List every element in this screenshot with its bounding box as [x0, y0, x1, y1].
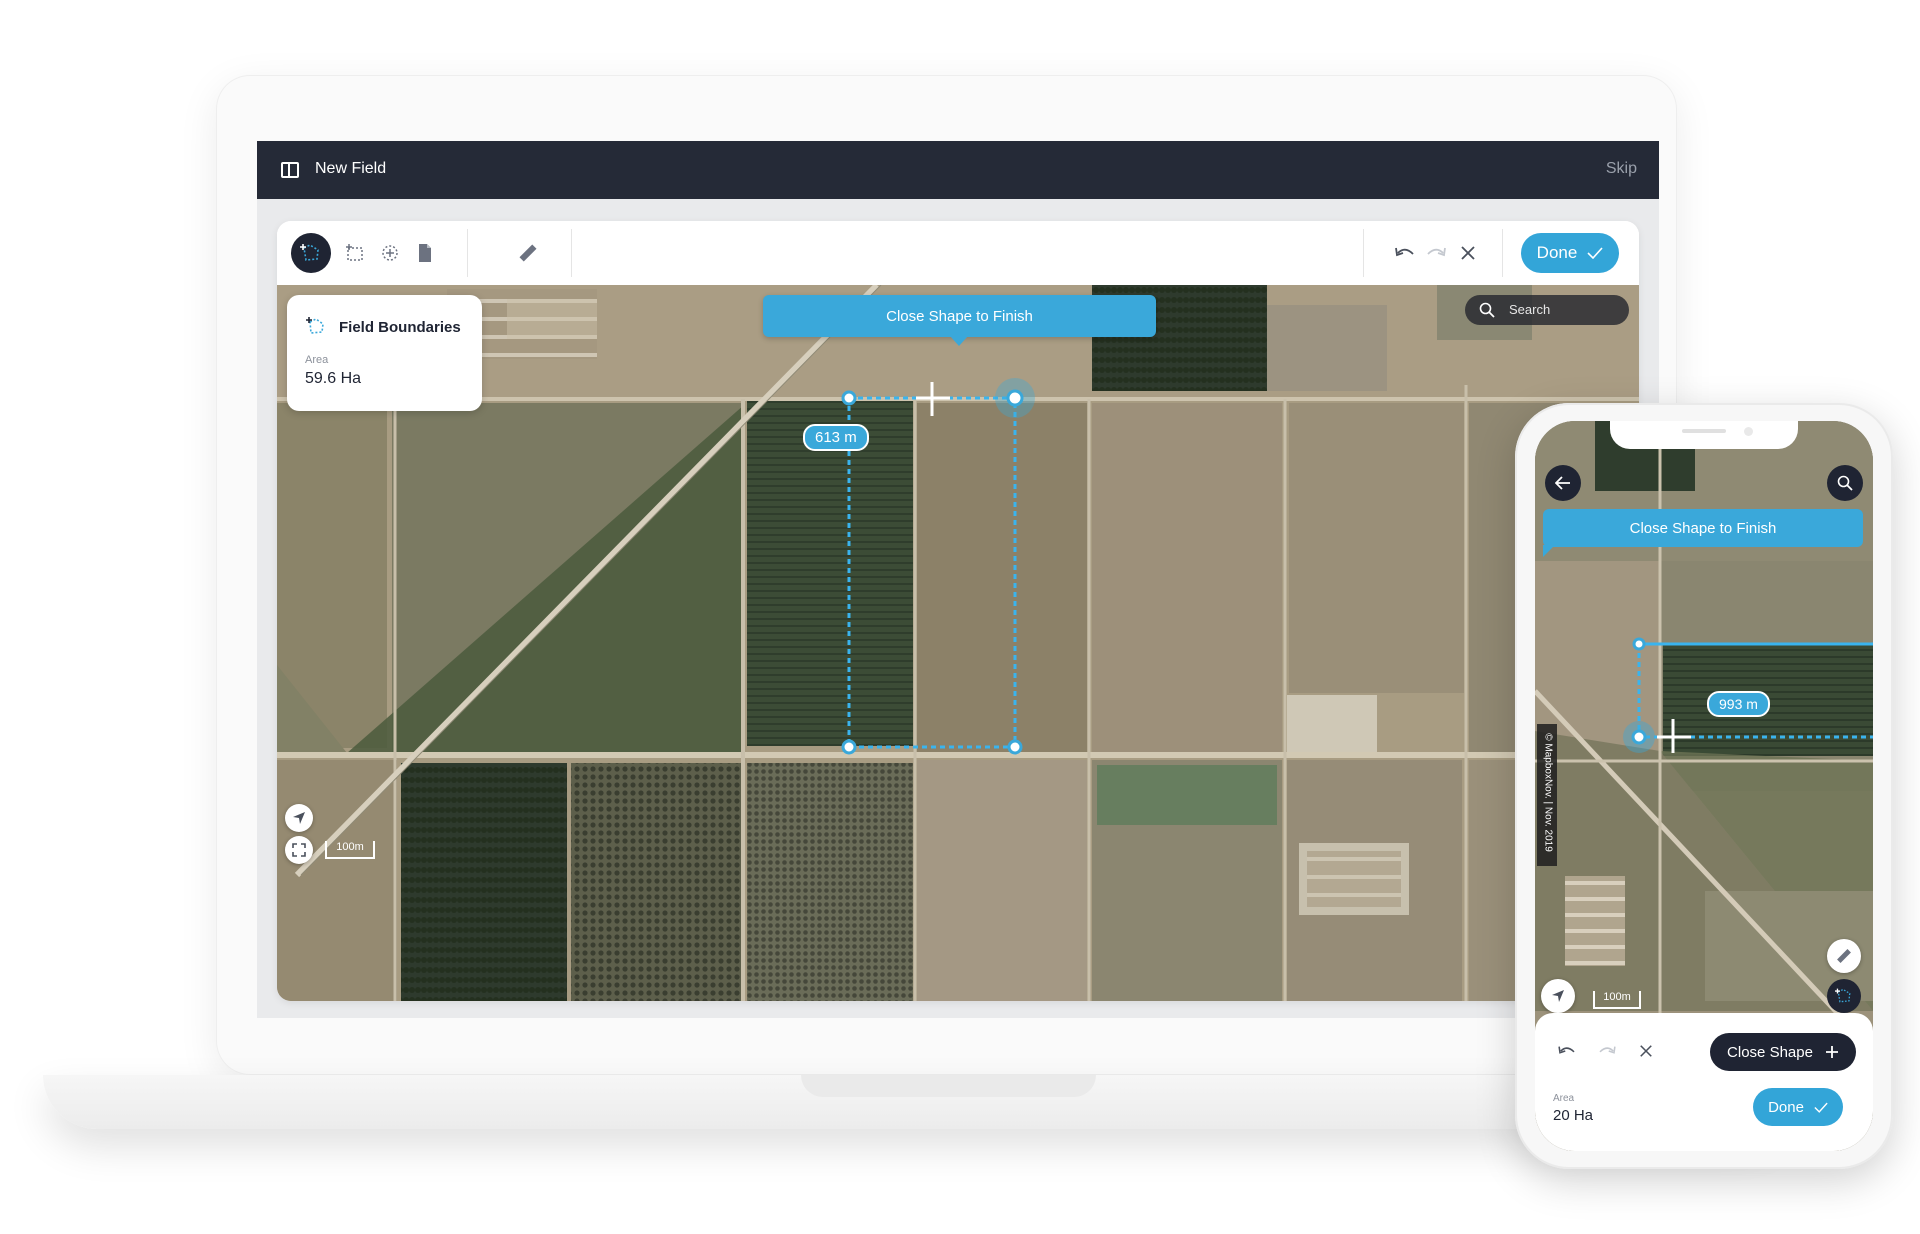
field-boundaries-panel: Field Boundaries Area 59.6 Ha — [287, 295, 482, 411]
phone-notch — [1610, 421, 1798, 449]
phone-area-label: Area — [1553, 1093, 1575, 1104]
close-shape-label: Close Shape — [1727, 1043, 1813, 1061]
add-point-icon[interactable] — [370, 233, 410, 273]
draw-boundary-icon — [1835, 988, 1851, 1003]
sidebar-toggle-icon[interactable] — [281, 162, 299, 178]
phone-map-scale: 100m — [1593, 991, 1641, 1009]
rectangle-select-icon[interactable] — [335, 233, 375, 273]
phone-locate-button[interactable] — [1541, 979, 1575, 1013]
phone-done-button[interactable]: Done — [1753, 1088, 1843, 1126]
ruler-icon — [1837, 949, 1851, 963]
area-value: 59.6 Ha — [305, 370, 362, 387]
drawing-toolbar: Done — [277, 221, 1639, 286]
panel-title: Field Boundaries — [339, 319, 461, 336]
satellite-map[interactable]: Field Boundaries Area 59.6 Ha Close Shap… — [277, 285, 1639, 1001]
title-bar: New Field Skip — [257, 141, 1659, 199]
back-button[interactable] — [1545, 465, 1581, 501]
fullscreen-button[interactable] — [285, 836, 313, 864]
phone-screen: Close Shape to Finish © MapboxNov. | Nov… — [1535, 421, 1873, 1151]
search-icon — [1837, 475, 1853, 491]
phone-done-label: Done — [1768, 1098, 1804, 1116]
editor-card: Done Field Boundaries Area 59.6 Ha Close… — [277, 221, 1639, 1001]
done-label: Done — [1536, 243, 1578, 262]
close-shape-button[interactable]: Close Shape — [1710, 1033, 1856, 1071]
phone-area-value: 20 Ha — [1553, 1107, 1594, 1124]
phone-ruler-button[interactable] — [1827, 939, 1861, 973]
distance-label: 613 m — [803, 424, 869, 451]
toolbar-divider — [467, 229, 468, 277]
phone-bottom-sheet: Close Shape Area 20 Ha Done — [1535, 1013, 1873, 1151]
laptop-notch — [801, 1075, 1096, 1097]
search-placeholder: Search — [1509, 302, 1551, 317]
skip-button[interactable]: Skip — [1606, 160, 1637, 178]
toolbar-divider — [1502, 229, 1503, 277]
toolbar-divider — [1363, 229, 1364, 277]
draw-boundary-icon[interactable] — [291, 233, 331, 273]
map-scale: 100m — [325, 841, 375, 859]
phone-distance-label: 993 m — [1707, 691, 1770, 717]
fullscreen-icon — [292, 843, 306, 857]
plus-icon — [1825, 1046, 1838, 1058]
check-icon — [1814, 1102, 1828, 1113]
speaker-grille — [1682, 429, 1726, 433]
phone-search-button[interactable] — [1827, 465, 1863, 501]
close-icon[interactable] — [1626, 1031, 1666, 1071]
ruler-icon[interactable] — [508, 233, 548, 273]
phone-draw-boundary-button[interactable] — [1827, 979, 1861, 1013]
document-icon[interactable] — [405, 233, 445, 273]
phone-instruction-banner: Close Shape to Finish — [1543, 509, 1863, 557]
back-arrow-icon — [1555, 476, 1570, 490]
redo-icon[interactable] — [1587, 1031, 1627, 1071]
close-icon[interactable] — [1448, 233, 1488, 273]
search-input[interactable]: Search — [1465, 295, 1629, 325]
check-icon — [1587, 247, 1603, 259]
done-button[interactable]: Done — [1521, 233, 1619, 273]
search-icon — [1479, 302, 1495, 318]
toolbar-divider — [571, 229, 572, 277]
laptop-screen: New Field Skip Done Field Boundaries Are… — [257, 141, 1659, 1018]
undo-icon[interactable] — [1547, 1031, 1587, 1071]
map-attribution: © MapboxNov. | Nov. 2019 — [1537, 724, 1557, 866]
front-camera — [1744, 427, 1753, 436]
area-label: Area — [305, 354, 329, 366]
instruction-banner: Close Shape to Finish — [763, 295, 1156, 346]
draw-boundary-icon — [306, 317, 324, 334]
phone-frame: Close Shape to Finish © MapboxNov. | Nov… — [1515, 403, 1893, 1169]
window-title: New Field — [315, 160, 387, 177]
attribution-text: © MapboxNov. | Nov. 2019 — [1542, 733, 1554, 852]
locate-button[interactable] — [285, 804, 313, 832]
navigation-arrow-icon — [1552, 990, 1564, 1002]
navigation-arrow-icon — [293, 812, 305, 824]
